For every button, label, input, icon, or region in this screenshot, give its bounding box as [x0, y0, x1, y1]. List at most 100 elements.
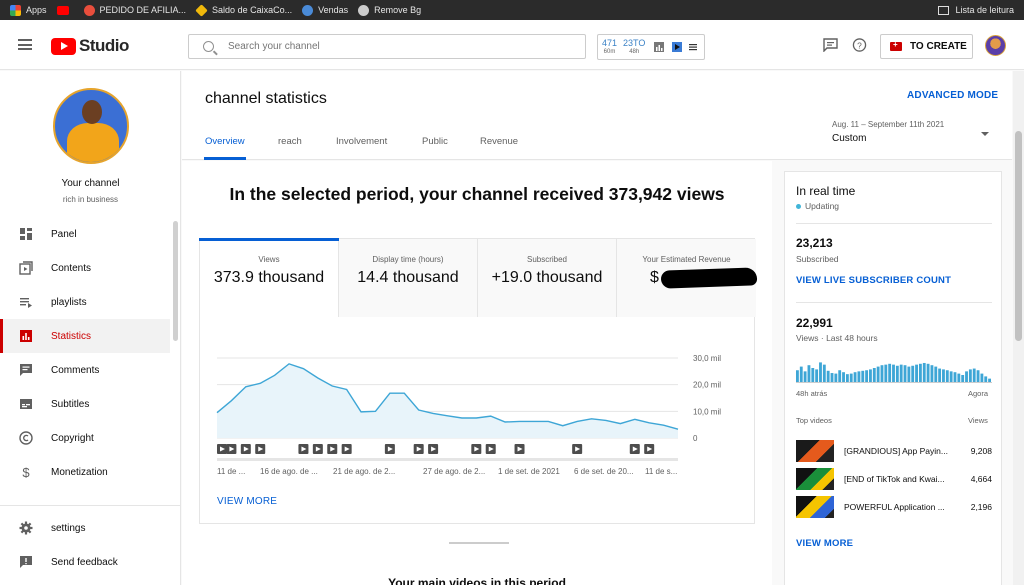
realtime-view-more-button[interactable]: VIEW MORE: [796, 538, 853, 549]
hotmart-icon: [83, 4, 95, 16]
hotmart-sales-icon: [302, 4, 314, 16]
dollar-icon: $: [22, 465, 30, 479]
realtime-bar-chart[interactable]: [796, 354, 992, 384]
reading-list[interactable]: Lista de leitura: [938, 0, 1014, 20]
video-thumbnail[interactable]: [796, 496, 834, 518]
stat-48h: 23TO 48h: [623, 38, 646, 56]
realtime-bar: [988, 378, 991, 382]
menu-icon[interactable]: [18, 39, 32, 50]
realtime-bar: [984, 376, 988, 382]
bookmark-youtube[interactable]: [56, 5, 74, 15]
bookmark-pedido[interactable]: PEDIDO DE AFILIA...: [83, 4, 186, 16]
realtime-bar: [972, 368, 976, 382]
remove-bg-icon: [358, 4, 370, 16]
x-tick-label: 27 de ago. de 2...: [423, 467, 485, 476]
metric-subscribers[interactable]: Subscribed +19.0 thousand: [478, 239, 617, 317]
views-area: [217, 363, 678, 438]
realtime-status: Updating: [796, 201, 839, 211]
hamburger-small-icon[interactable]: [688, 42, 698, 52]
y-tick-label: 10,0 mil: [693, 407, 721, 416]
realtime-bar: [853, 372, 857, 382]
page-scrollbar[interactable]: [1013, 71, 1024, 585]
realtime-title: In real time: [796, 184, 856, 198]
date-dropdown-icon[interactable]: [981, 132, 989, 136]
overview-headline: In the selected period, your channel rec…: [229, 184, 725, 204]
realtime-bar: [888, 363, 892, 382]
sidebar-item-contents[interactable]: Contents: [0, 251, 170, 285]
views-chart[interactable]: 30,0 mil 20,0 mil 10,0 mil 0 11 de ... 16 de …: [200, 317, 754, 481]
sidebar-scrollbar[interactable]: [173, 221, 178, 341]
create-button[interactable]: TO CREATE: [880, 34, 973, 59]
realtime-bar: [922, 362, 926, 382]
messages-icon[interactable]: [823, 38, 838, 52]
playlist-icon: [20, 298, 32, 308]
video-thumbnail[interactable]: [796, 440, 834, 462]
realtime-bar: [796, 370, 799, 382]
tab-reach[interactable]: reach: [278, 136, 302, 147]
view-more-button[interactable]: VIEW MORE: [217, 496, 277, 507]
realtime-bar: [880, 365, 884, 382]
search-input[interactable]: [228, 41, 568, 52]
advanced-mode-button[interactable]: ADVANCED MODE: [907, 90, 998, 101]
bookmark-vendas[interactable]: Vendas: [302, 4, 348, 16]
realtime-bar: [807, 365, 811, 382]
svg-text:$: $: [22, 465, 30, 479]
top-video-row[interactable]: POWERFUL Application ... 2,196: [796, 496, 992, 518]
sidebar-item-playlists[interactable]: playlists: [0, 285, 170, 319]
channel-name: Your channel: [61, 178, 120, 189]
divider: [796, 223, 992, 224]
redacted-revenue: [660, 267, 758, 289]
section-divider: [449, 542, 509, 544]
bookmark-saldo[interactable]: Saldo de CaixaCo...: [195, 3, 292, 17]
realtime-bar: [907, 366, 911, 382]
view-live-subscriber-count-link[interactable]: VIEW LIVE SUBSCRIBER COUNT: [796, 275, 951, 286]
tab-public[interactable]: Public: [422, 136, 448, 147]
bookmark-apps[interactable]: Apps: [10, 4, 47, 16]
date-mode-label[interactable]: Custom: [832, 133, 866, 144]
studio-logo[interactable]: Studio: [51, 36, 129, 56]
play-extension-icon[interactable]: [672, 42, 683, 52]
sidebar-item-settings[interactable]: settings: [0, 511, 170, 545]
account-avatar[interactable]: [985, 35, 1006, 56]
metric-revenue[interactable]: Your Estimated Revenue $: [617, 239, 758, 317]
sidebar-item-subtitles[interactable]: Subtitles: [0, 387, 170, 421]
subtitles-icon: [20, 399, 32, 409]
video-thumbnail[interactable]: [796, 468, 834, 490]
bar-chart-icon[interactable]: [654, 42, 665, 52]
metric-watch-time[interactable]: Display time (hours) 14.4 thousand: [339, 239, 478, 317]
axis-right-label: Agora: [968, 389, 989, 398]
top-video-row[interactable]: [GRANDIOUS] App Payin... 9,208: [796, 440, 992, 462]
sidebar-item-statistics[interactable]: Statistics: [0, 319, 170, 353]
active-tab-indicator: [204, 157, 246, 160]
help-icon[interactable]: ?: [852, 38, 867, 52]
comments-icon: [20, 364, 32, 376]
realtime-subscribers: 23,213: [796, 236, 833, 250]
top-video-row[interactable]: [END of TikTok and Kwai... 4,664: [796, 468, 992, 490]
realtime-bar: [872, 368, 876, 382]
realtime-bar: [815, 369, 819, 382]
stats-extension-widget[interactable]: 471 60m 23TO 48h: [597, 34, 705, 60]
metric-views[interactable]: Views 373.9 thousand: [199, 238, 339, 317]
youtube-icon: [56, 5, 69, 15]
divider: [796, 302, 992, 303]
realtime-bar: [903, 365, 907, 382]
tab-overview[interactable]: Overview: [205, 136, 245, 147]
tab-revenue[interactable]: Revenue: [480, 136, 518, 147]
sidebar-item-monetization[interactable]: $ Monetization: [0, 455, 170, 489]
sidebar-item-send-feedback[interactable]: Send feedback: [0, 545, 170, 579]
realtime-bar: [803, 371, 807, 382]
realtime-bar: [830, 373, 834, 382]
sidebar-item-copyright[interactable]: Copyright: [0, 421, 170, 455]
bookmarks-bar: Apps PEDIDO DE AFILIA... Saldo de CaixaC…: [0, 0, 1024, 20]
search-bar[interactable]: [188, 34, 586, 59]
sidebar-item-comments[interactable]: Comments: [0, 353, 170, 387]
x-tick-label: 6 de set. de 20...: [574, 467, 634, 476]
channel-avatar[interactable]: [53, 88, 129, 164]
sidebar-item-panel[interactable]: Panel: [0, 217, 170, 251]
y-tick-label: 30,0 mil: [693, 354, 721, 363]
tab-involvement[interactable]: Involvement: [336, 136, 387, 147]
realtime-bar: [934, 366, 938, 382]
bookmark-remove-bg[interactable]: Remove Bg: [358, 4, 421, 16]
date-range-label[interactable]: Aug. 11 – September 11th 2021: [832, 120, 944, 129]
svg-text:?: ?: [857, 40, 862, 50]
